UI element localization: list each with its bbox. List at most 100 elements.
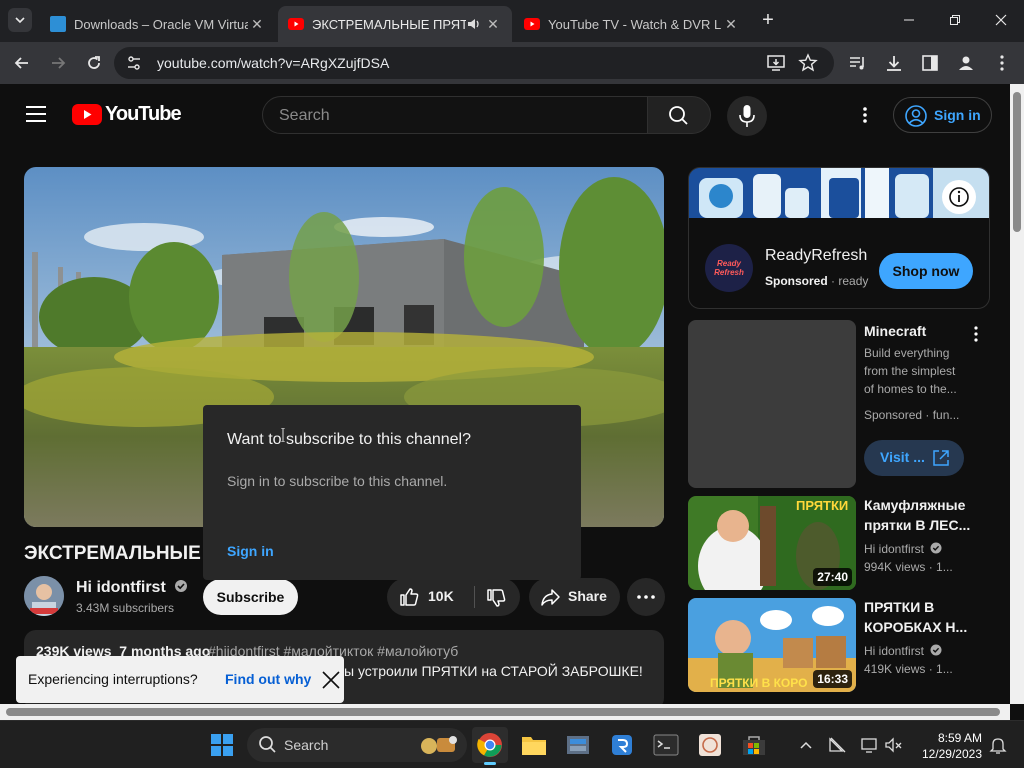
- tab-close-icon[interactable]: ✕: [722, 16, 740, 33]
- tab-close-icon[interactable]: ✕: [484, 16, 502, 33]
- ad-card[interactable]: Ready Refresh ReadyRefresh Sponsored · r…: [688, 167, 990, 309]
- close-window-button[interactable]: [978, 0, 1024, 40]
- search-icon: [259, 736, 276, 753]
- video-meta: 994K views · 1...: [864, 560, 953, 574]
- tab-search-button[interactable]: [8, 8, 32, 32]
- terminal-icon[interactable]: [648, 727, 684, 763]
- verified-icon: [930, 542, 942, 554]
- media-controls-icon[interactable]: [848, 53, 868, 73]
- active-app-indicator: [484, 762, 496, 765]
- like-dislike-bar: 10K: [387, 578, 520, 616]
- recommendation-item[interactable]: ПРЯТКИ 27:40 Камуфляжные прятки В ЛЕС...…: [688, 496, 1008, 590]
- like-button[interactable]: 10K: [387, 578, 474, 616]
- settings-kebab-icon[interactable]: [855, 105, 875, 125]
- profile-icon[interactable]: [956, 53, 976, 73]
- install-app-icon[interactable]: [766, 53, 786, 73]
- network-off-icon[interactable]: [828, 735, 848, 755]
- scrollbar-thumb[interactable]: [1013, 92, 1021, 232]
- remote-desktop-icon[interactable]: [604, 727, 640, 763]
- dislike-button[interactable]: [475, 578, 520, 616]
- ad-info-icon[interactable]: [942, 180, 976, 214]
- find-out-why-link[interactable]: Find out why: [225, 671, 311, 687]
- bookmark-star-icon[interactable]: [798, 53, 818, 73]
- tab-title: ЭКСТРЕМАЛЬНЫЕ ПРЯТКИ: [312, 16, 466, 32]
- minimize-button[interactable]: [886, 0, 932, 40]
- thumbs-down-icon: [487, 589, 506, 607]
- account-circle-icon: [905, 105, 927, 127]
- horizontal-scrollbar[interactable]: [0, 704, 1010, 720]
- scrollbar-thumb[interactable]: [6, 708, 1000, 716]
- windows-taskbar: Search 8:59 AM 12/29/2023: [0, 720, 1024, 768]
- visit-button[interactable]: Visit ...: [864, 440, 964, 476]
- youtube-logo-text: YouTube: [105, 103, 182, 125]
- app-taskbar-icon[interactable]: [692, 727, 728, 763]
- tab-youtube-video[interactable]: ЭКСТРЕМАЛЬНЫЕ ПРЯТКИ ✕: [278, 6, 512, 42]
- thumbnail[interactable]: [688, 320, 856, 488]
- youtube-favicon-icon: [524, 18, 540, 30]
- hamburger-menu-icon[interactable]: [26, 105, 46, 123]
- virtualbox-taskbar-icon[interactable]: [560, 727, 596, 763]
- ad-logo[interactable]: Ready Refresh: [705, 244, 753, 292]
- forward-arrow-icon[interactable]: [48, 53, 68, 73]
- tab-title: Downloads – Oracle VM Virtual: [74, 16, 248, 32]
- thumbnail[interactable]: ПРЯТКИ В КОРО 16:33: [688, 598, 856, 692]
- share-button[interactable]: Share: [529, 578, 620, 616]
- microsoft-store-icon[interactable]: [736, 727, 772, 763]
- microphone-icon: [739, 105, 755, 127]
- video-title: ПРЯТКИ В КОРОБКАХ Н...: [864, 599, 968, 635]
- vertical-scrollbar[interactable]: [1010, 84, 1024, 704]
- video-title: Minecraft: [864, 323, 927, 339]
- address-bar[interactable]: youtube.com/watch?v=ARgXZujfDSA: [114, 47, 834, 79]
- taskbar-clock[interactable]: 8:59 AM 12/29/2023: [918, 730, 982, 762]
- restore-button[interactable]: [932, 0, 978, 40]
- browser-menu-icon[interactable]: [992, 53, 1012, 73]
- display-icon[interactable]: [860, 735, 880, 755]
- thumb-overlay-text: ПРЯТКИ: [796, 498, 849, 513]
- reload-icon[interactable]: [84, 53, 104, 73]
- description-text: ы устроили ПРЯТКИ на СТАРОЙ ЗАБРОШКЕ!: [344, 663, 643, 679]
- side-panel-icon[interactable]: [920, 53, 940, 73]
- subscribe-button[interactable]: Subscribe: [203, 579, 298, 615]
- site-info-icon[interactable]: [124, 53, 144, 73]
- clock-time: 8:59 AM: [937, 731, 982, 745]
- video-duration: 16:33: [813, 670, 852, 688]
- share-label: Share: [568, 588, 607, 604]
- channel-name[interactable]: Hi idontfirst: [76, 579, 188, 597]
- toast-close-icon[interactable]: [322, 671, 340, 689]
- recommendation-item[interactable]: ПРЯТКИ В КОРО 16:33 ПРЯТКИ В КОРОБКАХ Н.…: [688, 598, 1008, 692]
- youtube-logo[interactable]: YouTube: [72, 103, 182, 126]
- tray-overflow-chevron-icon[interactable]: [798, 737, 814, 753]
- start-button[interactable]: [204, 727, 240, 763]
- search-input[interactable]: Search: [262, 96, 648, 134]
- sign-in-button[interactable]: Sign in: [893, 97, 992, 133]
- tab-close-icon[interactable]: ✕: [248, 16, 266, 33]
- volume-muted-icon[interactable]: [884, 735, 904, 755]
- tab-downloads[interactable]: Downloads – Oracle VM Virtual ✕: [40, 6, 276, 42]
- downloads-icon[interactable]: [884, 53, 904, 73]
- channel-avatar[interactable]: [24, 576, 64, 616]
- video-meta: 419K views · 1...: [864, 662, 953, 676]
- back-arrow-icon[interactable]: [12, 53, 32, 73]
- more-actions-button[interactable]: [627, 578, 665, 616]
- taskbar-search[interactable]: Search: [247, 728, 467, 762]
- file-explorer-icon[interactable]: [516, 727, 552, 763]
- audio-playing-icon[interactable]: [466, 16, 484, 32]
- shop-now-button[interactable]: Shop now: [879, 253, 973, 289]
- subscriber-count: 3.43M subscribers: [76, 601, 175, 615]
- voice-search-button[interactable]: [727, 96, 767, 136]
- tab-youtube-tv[interactable]: YouTube TV - Watch & DVR Live ✕: [514, 6, 750, 42]
- popup-sign-in-link[interactable]: Sign in: [227, 543, 274, 559]
- search-highlight-icon: [415, 732, 461, 758]
- thumbnail[interactable]: ПРЯТКИ 27:40: [688, 496, 856, 590]
- item-menu-icon[interactable]: [968, 324, 984, 344]
- chrome-taskbar-icon[interactable]: [472, 727, 508, 765]
- verified-icon: [174, 579, 188, 593]
- ad-description: Build everything from the simplest of ho…: [864, 346, 957, 396]
- search-button[interactable]: [647, 96, 711, 134]
- notification-bell-icon[interactable]: [988, 735, 1008, 755]
- thumb-overlay-text: ПРЯТКИ В КОРО: [710, 676, 808, 690]
- recommendation-item[interactable]: Minecraft Build everything from the simp…: [688, 320, 1008, 488]
- new-tab-button[interactable]: +: [758, 10, 778, 30]
- youtube-header: YouTube Search Sign in: [0, 84, 1010, 146]
- like-count: 10K: [428, 588, 454, 604]
